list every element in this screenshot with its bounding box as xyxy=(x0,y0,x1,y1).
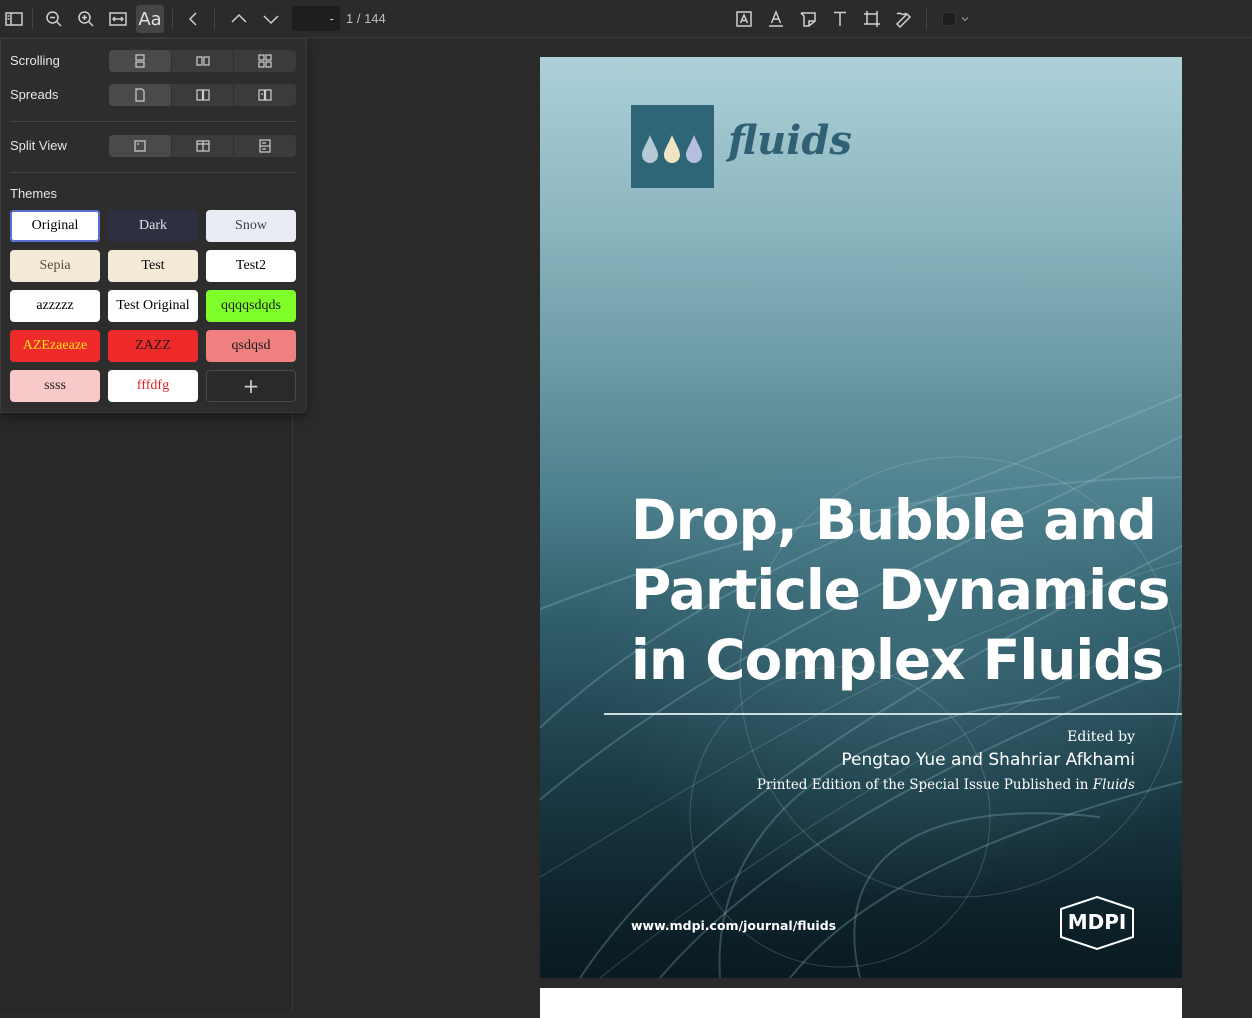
theme-option[interactable]: Original xyxy=(10,210,100,242)
text-box-icon xyxy=(736,11,752,27)
drops-logo-icon xyxy=(642,135,702,163)
add-theme-button[interactable]: + xyxy=(206,370,296,402)
zoom-out-icon xyxy=(46,11,62,27)
horizontal-split-icon xyxy=(259,139,271,153)
toolbar-separator xyxy=(172,9,173,29)
split-view-none-option[interactable] xyxy=(109,135,172,157)
journal-url: www.mdpi.com/journal/fluids xyxy=(631,918,837,933)
popover-divider xyxy=(10,121,296,122)
next-page-button[interactable] xyxy=(257,5,285,33)
scrolling-mode-selector xyxy=(109,50,296,72)
mdpi-logo-text: MDPI xyxy=(1067,910,1127,934)
odd-spread-icon xyxy=(195,89,210,101)
previous-button[interactable] xyxy=(180,5,208,33)
scrolling-vertical-option[interactable] xyxy=(109,50,172,72)
font-icon: Aa xyxy=(138,8,162,30)
zoom-in-button[interactable] xyxy=(72,5,100,33)
toolbar-separator xyxy=(214,9,215,29)
ink-button[interactable] xyxy=(890,5,918,33)
area-select-button[interactable] xyxy=(858,5,886,33)
theme-option[interactable]: AZEzaeaze xyxy=(10,330,100,362)
spreads-label: Spreads xyxy=(10,87,59,102)
themes-label: Themes xyxy=(10,186,57,201)
book-title: Drop, Bubble and Particle Dynamics in Co… xyxy=(631,488,1170,692)
scrolling-horizontal-option[interactable] xyxy=(172,50,235,72)
chevron-left-icon xyxy=(188,12,197,26)
zoom-in-icon xyxy=(78,11,94,27)
zoom-out-button[interactable] xyxy=(40,5,68,33)
color-swatch xyxy=(942,12,956,26)
crop-icon xyxy=(864,11,880,27)
journal-logo-text: fluids xyxy=(728,117,852,164)
split-view-label: Split View xyxy=(10,138,67,153)
theme-option[interactable]: qqqqsdqds xyxy=(206,290,296,322)
horizontal-scroll-icon xyxy=(195,56,210,66)
theme-option[interactable]: ssss xyxy=(10,370,100,402)
theme-option[interactable]: Test2 xyxy=(206,250,296,282)
color-picker-button[interactable] xyxy=(936,5,976,33)
popover-divider xyxy=(10,172,296,173)
printed-edition-journal: Fluids xyxy=(1092,777,1135,793)
single-page-icon xyxy=(135,88,145,102)
edited-by-label: Edited by xyxy=(1067,729,1135,745)
theme-option[interactable]: azzzzz xyxy=(10,290,100,322)
note-icon xyxy=(800,12,816,27)
scrolling-wrapped-option[interactable] xyxy=(234,50,296,72)
theme-option[interactable]: ZAZZ xyxy=(108,330,198,362)
text-button[interactable] xyxy=(826,5,854,33)
split-view-horizontal-option[interactable] xyxy=(234,135,296,157)
editors-names: Pengtao Yue and Shahriar Afkhami xyxy=(841,750,1135,770)
previous-page-button[interactable] xyxy=(225,5,253,33)
vertical-split-icon xyxy=(195,140,210,152)
fit-width-icon xyxy=(109,12,127,26)
theme-option[interactable]: qsdqsd xyxy=(206,330,296,362)
split-view-vertical-option[interactable] xyxy=(172,135,235,157)
sidebar-icon xyxy=(5,12,23,26)
text-icon xyxy=(834,11,846,26)
spreads-odd-option[interactable] xyxy=(172,84,235,106)
wrapped-scroll-icon xyxy=(258,54,272,68)
split-view-selector xyxy=(109,135,296,157)
chevron-up-icon xyxy=(231,13,247,23)
text-box-button[interactable] xyxy=(730,5,758,33)
page-number-input[interactable]: - xyxy=(292,6,340,31)
theme-option[interactable]: Test xyxy=(108,250,198,282)
spreads-even-option[interactable] xyxy=(234,84,296,106)
toolbar-separator xyxy=(32,9,33,29)
journal-logo-box xyxy=(631,105,714,188)
printed-edition-text: Printed Edition of the Special Issue Pub… xyxy=(756,777,1089,793)
spreads-none-option[interactable] xyxy=(109,84,172,106)
no-split-icon xyxy=(134,140,146,152)
appearance-button[interactable]: Aa xyxy=(136,5,164,33)
vertical-scroll-icon xyxy=(135,54,145,68)
fit-width-button[interactable] xyxy=(104,5,132,33)
chevron-down-icon xyxy=(263,15,279,25)
appearance-popover: Scrolling Spreads Split View Themes Orig… xyxy=(0,38,307,413)
theme-option[interactable]: Sepia xyxy=(10,250,100,282)
toolbar-separator xyxy=(926,9,927,29)
note-button[interactable] xyxy=(794,5,822,33)
next-document-page xyxy=(540,988,1182,1018)
underline-text-icon xyxy=(769,10,783,27)
scrolling-label: Scrolling xyxy=(10,53,60,68)
spreads-mode-selector xyxy=(109,84,296,106)
printed-edition-note: Printed Edition of the Special Issue Pub… xyxy=(757,777,1135,793)
even-spread-icon xyxy=(258,89,272,101)
document-page: fluids Drop, Bubble and Particle Dynamic… xyxy=(540,57,1182,978)
sidebar-toggle-button[interactable] xyxy=(0,5,28,33)
toolbar: Aa - 1 / 144 xyxy=(0,0,1252,38)
chevron-down-icon xyxy=(961,17,969,22)
theme-option[interactable]: Dark xyxy=(108,210,198,242)
theme-option[interactable]: Snow xyxy=(206,210,296,242)
theme-option[interactable]: Test Original xyxy=(108,290,198,322)
page-count: 1 / 144 xyxy=(346,11,386,26)
highlight-text-button[interactable] xyxy=(762,5,790,33)
mdpi-logo: MDPI xyxy=(1057,895,1137,951)
theme-option[interactable]: fffdfg xyxy=(108,370,198,402)
pen-icon xyxy=(895,12,912,29)
title-divider xyxy=(604,713,1182,715)
